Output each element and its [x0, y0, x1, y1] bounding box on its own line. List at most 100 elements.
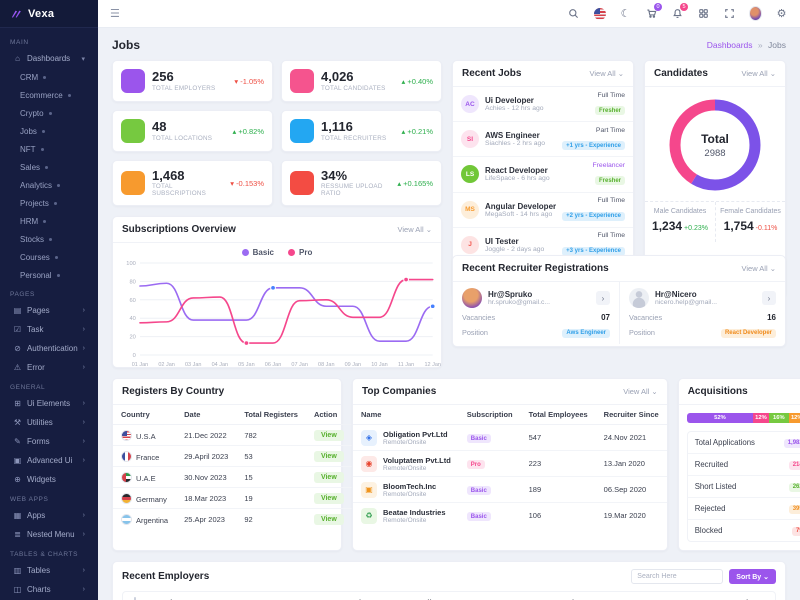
sidebar-item[interactable]: ⊞ Ui Elements › [5, 394, 93, 413]
brand-name: Vexa [28, 8, 54, 20]
subscriptions-view-all[interactable]: View All ⌄ [398, 225, 433, 234]
sidebar-item[interactable]: ▥ Tables › [5, 561, 93, 580]
stat-card[interactable]: 34% RESSUME UPLOAD RATIO ▴ +0.165% [281, 160, 442, 206]
bullet-dot-icon [43, 220, 46, 223]
fullscreen-icon[interactable] [723, 7, 736, 20]
sidebar-item-icon: ⚒ [13, 418, 22, 427]
settings-gear-icon[interactable]: ⚙ [775, 7, 788, 20]
legend-item[interactable]: Pro [288, 248, 312, 257]
sidebar-item[interactable]: Ecommerce [0, 86, 98, 104]
sidebar-item[interactable]: Jobs [0, 122, 98, 140]
sidebar-item[interactable]: ◫ Charts › [5, 580, 93, 599]
job-company-time: LifeSpace - 6 hrs ago [485, 175, 550, 182]
view-button[interactable]: View [314, 472, 344, 483]
sidebar-item-label: Pages [27, 306, 50, 315]
stat-card[interactable]: 256 TOTAL EMPLOYERS ▾ -1.05% [112, 60, 273, 102]
job-title: Angular Developer [485, 202, 556, 211]
view-button[interactable]: View [314, 451, 344, 462]
country-flag-icon [121, 493, 132, 504]
job-list-item[interactable]: MS Angular Developer MegaSoft - 14 hrs a… [453, 193, 633, 228]
top-companies-view-all[interactable]: View All ⌄ [623, 387, 658, 396]
sidebar-item[interactable]: MAIN [0, 32, 98, 49]
sidebar-item[interactable]: ☑ Task › [5, 320, 93, 339]
sort-by-button[interactable]: Sort By ⌄ [729, 569, 776, 584]
recent-jobs-view-all[interactable]: View All ⌄ [590, 69, 625, 78]
sidebar-item[interactable]: Stocks [0, 230, 98, 248]
job-type: Freelancer [593, 162, 626, 169]
recruiters-view-all[interactable]: View All ⌄ [742, 264, 777, 273]
sidebar-item[interactable]: HRM [0, 212, 98, 230]
sidebar-item-label: Utilities [27, 418, 53, 427]
user-avatar[interactable] [749, 7, 762, 20]
sidebar-item[interactable]: PAGES [0, 284, 98, 301]
view-button[interactable]: View [314, 493, 344, 504]
svg-text:11 Jan: 11 Jan [398, 362, 414, 368]
brand-logo[interactable]: 〃 Vexa [0, 0, 98, 28]
sidebar-item[interactable]: Personal [0, 266, 98, 284]
view-button[interactable]: View [314, 514, 344, 525]
search-icon[interactable] [567, 7, 580, 20]
notifications-bell-icon[interactable]: 5 [671, 7, 684, 20]
job-list-item[interactable]: AC Ui Developer Achies - 12 hrs ago Full… [453, 87, 633, 122]
male-candidates-value: 1,234 [652, 219, 682, 233]
topbar: ☰ ☾ 0 5 ⚙ [98, 0, 800, 28]
legend-item[interactable]: Basic [242, 248, 274, 257]
sidebar-item[interactable]: NFT [0, 140, 98, 158]
stat-card[interactable]: 48 TOTAL LOCATIONS ▴ +0.82% [112, 110, 273, 152]
sidebar-item-icon: ⊘ [13, 344, 22, 353]
main-area: ☰ ☾ 0 5 ⚙ Jobs [98, 0, 800, 600]
vacancies-value: 07 [601, 313, 610, 322]
sidebar-item[interactable]: CRM [0, 68, 98, 86]
view-button[interactable]: View [314, 430, 344, 441]
acquisition-count-badge: 214 [789, 461, 800, 470]
sidebar-item[interactable]: ✎ Forms › [5, 432, 93, 451]
sidebar-item[interactable]: Courses [0, 248, 98, 266]
chevron-icon: › [83, 567, 85, 574]
search-input[interactable] [631, 569, 723, 584]
sidebar-item[interactable]: ▣ Advanced Ui › [5, 451, 93, 470]
stat-value: 1,468 [152, 169, 223, 183]
sidebar-item[interactable]: ⚒ Utilities › [5, 413, 93, 432]
sidebar-item[interactable]: Crypto [0, 104, 98, 122]
recruiter-open-button[interactable]: › [762, 291, 776, 305]
apps-grid-icon[interactable] [697, 7, 710, 20]
female-candidates-delta: -0.11% [756, 225, 778, 232]
breadcrumb-current: Jobs [768, 40, 786, 50]
column-header: Category [264, 592, 344, 600]
sidebar-item[interactable]: Projects [0, 194, 98, 212]
stat-card[interactable]: 4,026 TOTAL CANDIDATES ▴ +0.40% [281, 60, 442, 102]
dark-mode-moon-icon[interactable]: ☾ [619, 7, 632, 20]
sidebar-item[interactable]: ≣ Nested Menu › [5, 525, 93, 544]
company-employees: 106 [521, 503, 596, 529]
hamburger-menu-icon[interactable]: ☰ [110, 7, 120, 20]
svg-text:08 Jan: 08 Jan [318, 362, 334, 368]
breadcrumb-parent[interactable]: Dashboards [707, 40, 753, 50]
stat-card[interactable]: 1,116 TOTAL RECRUITERS ▴ +0.21% [281, 110, 442, 152]
sidebar-item[interactable]: ▤ Pages › [5, 301, 93, 320]
sidebar-item[interactable]: TABLES & CHARTS [0, 544, 98, 561]
sidebar-item[interactable]: GENERAL [0, 377, 98, 394]
cart-icon[interactable]: 0 [645, 7, 658, 20]
sidebar-item[interactable]: ⚠ Error › [5, 358, 93, 377]
sidebar-item[interactable]: WEB APPS [0, 489, 98, 506]
sidebar-item[interactable]: Sales [0, 158, 98, 176]
job-list-item[interactable]: LS React Developer LifeSpace - 6 hrs ago… [453, 157, 633, 192]
sidebar-item[interactable]: ⌂ Dashboards ▾ [5, 49, 93, 68]
svg-text:06 Jan: 06 Jan [265, 362, 281, 368]
sidebar-item-icon: ✎ [13, 437, 22, 446]
sidebar-item[interactable]: ⊘ Authentication › [5, 339, 93, 358]
sidebar-item[interactable]: ▦ Apps › [5, 506, 93, 525]
job-list-item[interactable]: SI AWS Engineer Siachles - 2 hrs ago Par… [453, 122, 633, 157]
sidebar-item[interactable]: ⊕ Widgets [5, 470, 93, 489]
female-candidates-value: 1,754 [724, 219, 754, 233]
candidates-view-all[interactable]: View All ⌄ [742, 69, 777, 78]
column-header: Country [113, 405, 176, 425]
position-badge: Aws Engineer [562, 329, 610, 338]
sidebar-item[interactable]: Analytics [0, 176, 98, 194]
recruiter-open-button[interactable]: › [596, 291, 610, 305]
sidebar-item-label: Tables [27, 566, 50, 575]
language-flag-icon[interactable] [593, 7, 606, 20]
sidebar-item-label: Charts [27, 585, 51, 594]
stat-card[interactable]: 1,468 TOTAL SUBSCRIPTIONS ▾ -0.153% [112, 160, 273, 206]
acquisition-row: Short Listed 262 [688, 476, 800, 498]
